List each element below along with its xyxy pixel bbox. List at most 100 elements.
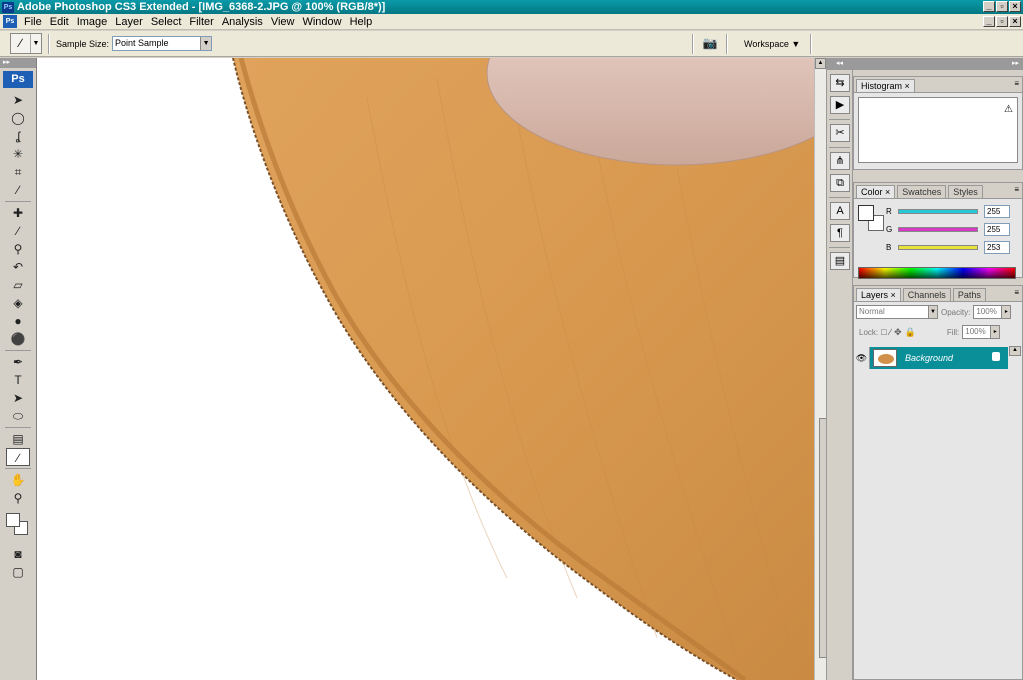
menu-file[interactable]: File [20, 16, 46, 28]
opacity-input[interactable]: 100% ▸ [973, 305, 1012, 319]
tool-presets-icon[interactable]: ✂ [830, 124, 850, 142]
doc-minimize-button[interactable]: _ [983, 16, 995, 27]
panel-menu-icon[interactable]: ≡ [1014, 288, 1019, 297]
foreground-color-swatch[interactable] [858, 205, 874, 221]
quick-mask-icon[interactable]: ◙ [6, 545, 30, 563]
menu-select[interactable]: Select [147, 16, 186, 28]
menu-edit[interactable]: Edit [46, 16, 73, 28]
eye-icon[interactable]: 👁 [854, 347, 870, 369]
menu-view[interactable]: View [267, 16, 299, 28]
dodge-icon[interactable]: ⚫ [6, 330, 30, 348]
notes-icon[interactable]: ▤ [6, 430, 30, 448]
crop-icon[interactable]: ⌗ [6, 163, 30, 181]
eyedropper-icon: ∕ [11, 34, 31, 53]
panels-header[interactable]: ▸▸ [853, 58, 1023, 70]
workspace-button[interactable]: Workspace ▼ [744, 39, 800, 49]
path-selection-icon[interactable]: ➤ [6, 389, 30, 407]
brushes-icon[interactable]: ⋔ [830, 152, 850, 170]
document-window-controls: _ ▫ × [983, 16, 1021, 27]
pen-icon[interactable]: ✒ [6, 353, 30, 371]
scroll-up-icon[interactable]: ▲ [815, 58, 826, 69]
layer-comps-icon[interactable]: ▤ [830, 252, 850, 270]
tab-paths[interactable]: Paths [952, 288, 986, 301]
document-canvas[interactable] [37, 58, 814, 680]
restore-button[interactable]: ▫ [996, 1, 1008, 12]
chevron-down-icon: ▼ [32, 40, 40, 47]
doc-close-button[interactable]: × [1009, 16, 1021, 27]
document-icon[interactable]: Ps [3, 15, 17, 28]
foreground-color-swatch[interactable] [6, 513, 20, 527]
bridge-icon[interactable]: 📷 [700, 36, 720, 52]
tab-histogram[interactable]: Histogram × [856, 79, 915, 92]
tab-layers[interactable]: Layers × [856, 288, 901, 301]
history-brush-icon[interactable]: ↶ [6, 258, 30, 276]
lasso-icon[interactable]: ʆ [6, 127, 30, 145]
paint-bucket-icon[interactable]: ◈ [6, 294, 30, 312]
channel-r-slider[interactable] [898, 209, 978, 214]
eyedropper-icon[interactable]: ∕ [6, 448, 30, 466]
channel-g-input[interactable]: 255 [984, 223, 1010, 236]
history-icon[interactable]: ⇆ [830, 74, 850, 92]
fill-input[interactable]: 100% ▸ [962, 325, 1001, 339]
actions-icon[interactable]: ▶ [830, 96, 850, 114]
lock-icons[interactable]: □∕✥🔒 [881, 327, 919, 338]
divider [829, 192, 850, 198]
clone-source-icon[interactable]: ⧉ [830, 174, 850, 192]
divider [726, 34, 728, 54]
character-icon[interactable]: A [830, 202, 850, 220]
warning-icon[interactable]: ⚠ [1004, 104, 1013, 115]
tab-swatches[interactable]: Swatches [897, 185, 947, 198]
color-body: R 255 G 255 B 253 [854, 199, 1022, 285]
ps-logo[interactable]: Ps [3, 71, 33, 88]
dock-header[interactable]: ◂◂ [827, 58, 852, 70]
divider [829, 242, 850, 248]
channel-b-slider[interactable] [898, 245, 978, 250]
tab-color[interactable]: Color × [856, 185, 896, 198]
zoom-icon[interactable]: ⚲ [6, 489, 30, 507]
minimize-button[interactable]: _ [983, 1, 995, 12]
slice-icon[interactable]: ∕ [6, 181, 30, 199]
workspace-area: 📷 Workspace ▼ [686, 34, 818, 54]
channel-r-label: R [886, 207, 892, 216]
clone-stamp-icon[interactable]: ⚲ [6, 240, 30, 258]
close-button[interactable]: × [1009, 1, 1021, 12]
options-bar: ∕ ▼ Sample Size: Point Sample ▼ 📷 Worksp… [0, 31, 1023, 57]
menu-filter[interactable]: Filter [185, 16, 217, 28]
menu-window[interactable]: Window [298, 16, 345, 28]
blur-icon[interactable]: ● [6, 312, 30, 330]
tab-styles[interactable]: Styles [948, 185, 983, 198]
menu-help[interactable]: Help [346, 16, 377, 28]
move-icon[interactable]: ➤ [6, 91, 30, 109]
hand-icon[interactable]: ✋ [6, 471, 30, 489]
menu-layer[interactable]: Layer [111, 16, 147, 28]
paragraph-icon[interactable]: ¶ [830, 224, 850, 242]
layer-background[interactable]: Background [870, 347, 1008, 369]
magic-wand-icon[interactable]: ✳ [6, 145, 30, 163]
channel-b-input[interactable]: 253 [984, 241, 1010, 254]
screen-mode-icon[interactable]: ▢ [6, 563, 30, 581]
sample-size-select[interactable]: Point Sample ▼ [112, 36, 213, 51]
tab-channels[interactable]: Channels [902, 288, 951, 301]
chevron-down-icon: ▼ [200, 37, 212, 50]
shape-icon[interactable]: ⬭ [6, 407, 30, 425]
healing-brush-icon[interactable]: ✚ [6, 204, 30, 222]
eraser-icon[interactable]: ▱ [6, 276, 30, 294]
canvas-vertical-scrollbar[interactable]: ▲ [814, 58, 828, 680]
tool-preset-picker[interactable]: ∕ ▼ [10, 33, 42, 54]
doc-restore-button[interactable]: ▫ [996, 16, 1008, 27]
blend-mode-select[interactable]: Normal ▼ [856, 305, 938, 319]
color-spectrum[interactable] [858, 267, 1016, 279]
toolbox-header[interactable]: ▸▸ [0, 58, 36, 68]
marquee-icon[interactable]: ◯ [6, 109, 30, 127]
type-icon[interactable]: T [6, 371, 30, 389]
histogram-tabs: Histogram × ≡ [854, 77, 1022, 93]
layer-row[interactable]: 👁 Background ▲ [854, 346, 1022, 370]
scroll-up-icon[interactable]: ▲ [1009, 346, 1021, 356]
brush-icon[interactable]: ∕ [6, 222, 30, 240]
channel-g-slider[interactable] [898, 227, 978, 232]
panel-menu-icon[interactable]: ≡ [1014, 79, 1019, 88]
channel-r-input[interactable]: 255 [984, 205, 1010, 218]
menu-image[interactable]: Image [73, 16, 112, 28]
menu-analysis[interactable]: Analysis [218, 16, 267, 28]
panel-menu-icon[interactable]: ≡ [1014, 185, 1019, 194]
